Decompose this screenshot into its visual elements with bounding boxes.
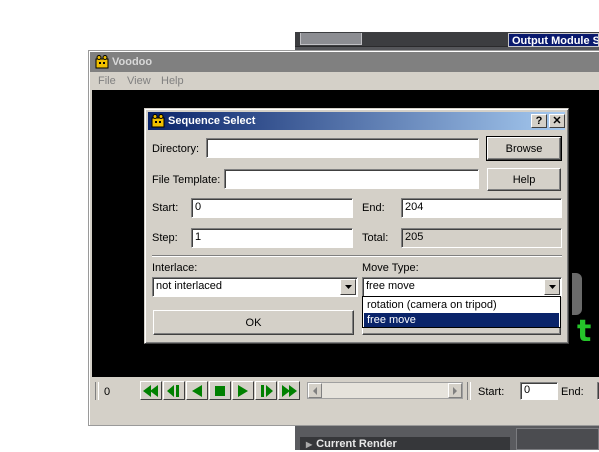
move-type-select-value: free move <box>366 280 415 292</box>
current-frame-number: 0 <box>104 386 111 398</box>
file-template-label: File Template: <box>152 174 221 186</box>
current-render-label: Current Render <box>316 438 397 450</box>
range-start-input[interactable]: 0 <box>520 382 558 400</box>
directory-input[interactable] <box>206 138 479 158</box>
file-template-input[interactable] <box>224 169 479 189</box>
move-type-select[interactable]: free move <box>362 277 562 297</box>
background-app-panel <box>516 428 599 450</box>
voodoo-title-text: Voodoo <box>112 56 153 68</box>
scroll-right-button[interactable] <box>448 383 462 398</box>
timeline-scrollbar[interactable] <box>307 382 463 399</box>
browse-button[interactable]: Browse <box>486 136 562 161</box>
menu-file[interactable]: File <box>98 74 116 88</box>
viewport-overlay-text: t <box>577 314 592 349</box>
toolbar-grip <box>95 382 99 400</box>
dialog-titlebar[interactable]: Sequence Select ? ✕ <box>148 112 565 130</box>
close-icon: ✕ <box>552 115 562 127</box>
move-type-dropdown-list: rotation (camera on tripod) free move <box>362 296 561 328</box>
voodoo-menubar: File View Help <box>90 72 599 90</box>
total-label: Total: <box>362 232 389 244</box>
menu-help[interactable]: Help <box>161 74 184 88</box>
stop-icon <box>215 385 225 396</box>
directory-label: Directory: <box>152 143 200 155</box>
background-app-tab[interactable] <box>300 33 362 45</box>
dialog-title-text: Sequence Select <box>168 115 256 127</box>
interlace-select[interactable]: not interlaced <box>152 277 358 297</box>
last-frame-icon <box>282 384 297 397</box>
dialog-divider <box>152 255 562 257</box>
step-input[interactable]: 1 <box>191 228 353 248</box>
output-module-panel-title: Output Module S <box>508 33 599 47</box>
context-help-button[interactable]: ? <box>531 114 547 128</box>
move-type-dropdown-button[interactable] <box>544 279 560 295</box>
first-frame-icon <box>143 384 158 397</box>
interlace-label: Interlace: <box>152 262 198 274</box>
viewport-overlay-shape <box>572 273 582 315</box>
stop-button[interactable] <box>209 381 231 400</box>
play-backward-button[interactable] <box>186 381 208 400</box>
expand-triangle-icon: ▶ <box>306 440 313 449</box>
dialog-close-button[interactable]: ✕ <box>549 114 565 128</box>
step-label: Step: <box>152 232 178 244</box>
start-label: Start: <box>152 202 179 214</box>
first-frame-button[interactable] <box>140 381 162 400</box>
range-start-label: Start: <box>478 386 505 398</box>
play-forward-icon <box>238 384 248 397</box>
step-back-button[interactable] <box>163 381 185 400</box>
step-forward-icon <box>261 384 273 397</box>
range-end-label: End: <box>561 386 584 398</box>
arrow-left-icon <box>313 386 317 395</box>
menu-view[interactable]: View <box>127 74 151 88</box>
help-button[interactable]: Help <box>487 168 561 191</box>
start-input[interactable]: 0 <box>191 198 353 218</box>
last-frame-button[interactable] <box>278 381 300 400</box>
toolbar-separator <box>467 382 471 400</box>
total-field: 205 <box>401 228 562 248</box>
voodoo-titlebar[interactable]: Voodoo <box>90 52 599 72</box>
question-mark-icon: ? <box>535 115 543 127</box>
chevron-down-icon <box>548 285 556 289</box>
step-forward-button[interactable] <box>255 381 277 400</box>
arrow-right-icon <box>453 386 457 395</box>
play-forward-button[interactable] <box>232 381 254 400</box>
end-label: End: <box>362 202 385 214</box>
end-input[interactable]: 204 <box>401 198 562 218</box>
move-type-option-rotation[interactable]: rotation (camera on tripod) <box>364 298 559 312</box>
scroll-left-button[interactable] <box>308 383 322 398</box>
move-type-option-free-move[interactable]: free move <box>364 313 559 327</box>
current-render-panel-header[interactable]: ▶ Current Render <box>300 437 510 450</box>
move-type-label: Move Type: <box>362 262 419 274</box>
interlace-select-value: not interlaced <box>156 280 223 292</box>
play-backward-icon <box>192 384 202 397</box>
chevron-down-icon <box>344 285 352 289</box>
ok-button[interactable]: OK <box>153 310 354 335</box>
step-back-icon <box>167 384 179 397</box>
interlace-dropdown-button[interactable] <box>340 279 356 295</box>
dialog-app-icon <box>151 114 165 134</box>
